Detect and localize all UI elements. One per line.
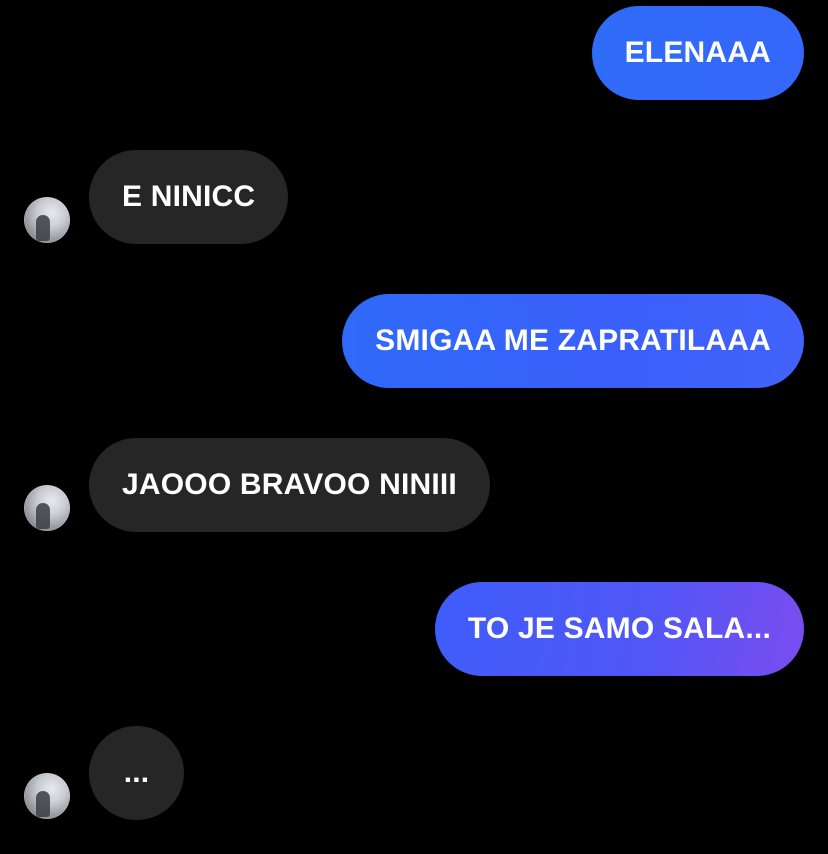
message-text: ...	[123, 756, 150, 789]
incoming-message-bubble[interactable]: ...	[89, 726, 184, 820]
outgoing-message-bubble[interactable]: TO JE SAMO SALA...	[434, 582, 804, 676]
outgoing-message-bubble[interactable]: ELENAAA	[591, 6, 804, 100]
message-text: E NINICC	[122, 180, 256, 213]
incoming-message-bubble[interactable]: JAOOO BRAVOO NINIII	[89, 438, 490, 532]
message-text: JAOOO BRAVOO NINIII	[122, 468, 457, 501]
contact-avatar[interactable]	[24, 773, 70, 819]
contact-avatar[interactable]	[24, 197, 70, 243]
incoming-message-bubble[interactable]: E NINICC	[89, 150, 289, 244]
contact-avatar[interactable]	[24, 485, 70, 531]
message-text: SMIGAA ME ZAPRATILAAA	[375, 324, 771, 357]
outgoing-message-bubble[interactable]: SMIGAA ME ZAPRATILAAA	[342, 294, 804, 388]
chat-thread: ELENAAA E NINICC SMIGAA ME ZAPRATILAAA J…	[0, 0, 828, 854]
message-text: TO JE SAMO SALA...	[467, 612, 771, 645]
message-text: ELENAAA	[624, 36, 771, 69]
